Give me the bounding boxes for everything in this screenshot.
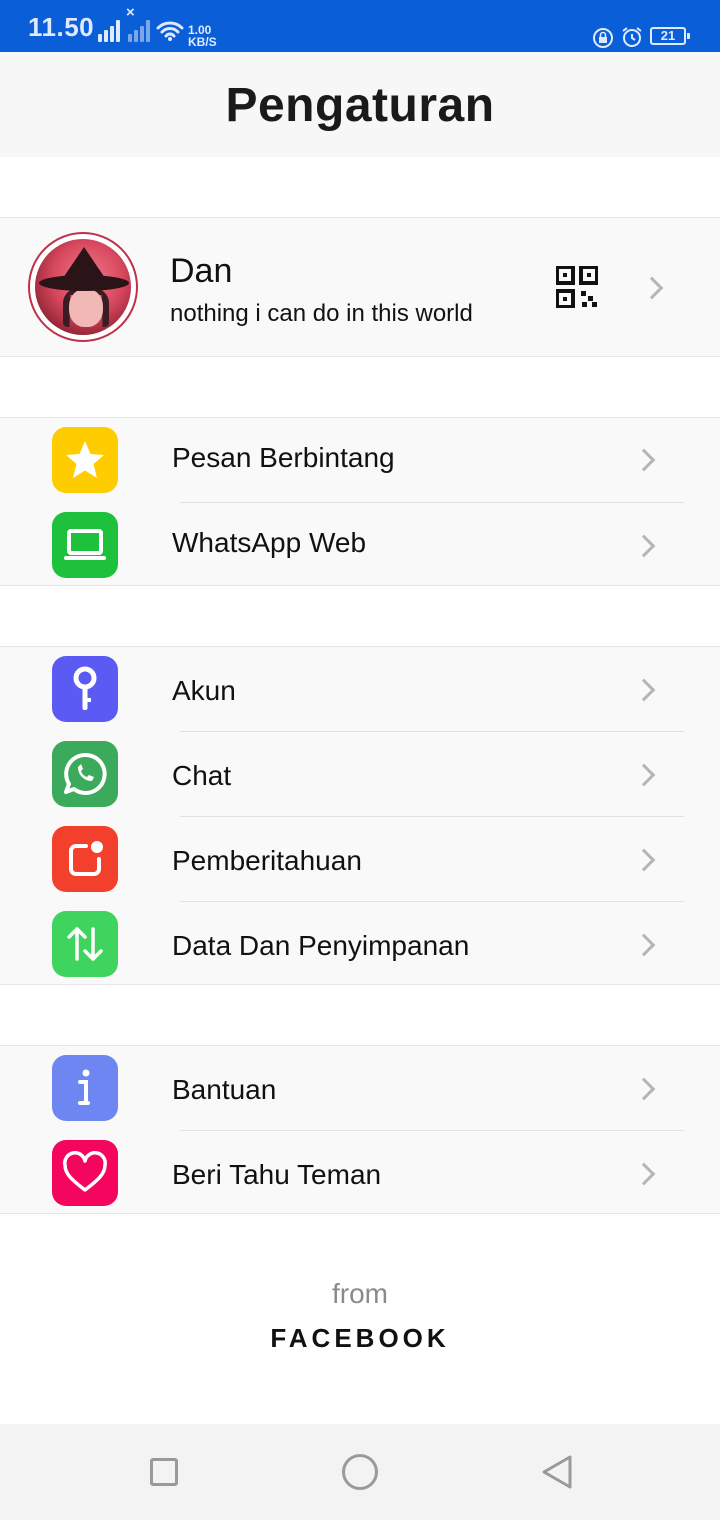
laptop-icon	[52, 512, 118, 578]
menu-item-starred[interactable]: Pesan Berbintang	[0, 418, 720, 503]
network-speed-unit: KB/S	[188, 35, 217, 49]
menu-item-label: Pemberitahuan	[172, 845, 362, 876]
chevron-right-icon	[632, 933, 656, 957]
menu-item-label: Akun	[172, 675, 236, 706]
menu-item-notifications[interactable]: Pemberitahuan	[0, 817, 720, 902]
chevron-right-icon	[632, 1162, 656, 1186]
key-icon	[52, 656, 118, 722]
qr-code-icon[interactable]	[556, 266, 598, 308]
alarm-icon	[622, 27, 642, 47]
notification-icon	[52, 826, 118, 892]
chevron-right-icon	[632, 763, 656, 787]
info-icon	[52, 1055, 118, 1121]
menu-item-label: Pesan Berbintang	[172, 442, 395, 473]
footer-brand: FACEBOOK	[270, 1323, 450, 1353]
app-header: Pengaturan	[0, 52, 720, 157]
menu-item-data-storage[interactable]: Data Dan Penyimpanan	[0, 902, 720, 987]
avatar[interactable]	[28, 232, 138, 342]
menu-item-label: Data Dan Penyimpanan	[172, 930, 470, 961]
chevron-right-icon	[632, 448, 656, 472]
home-icon[interactable]	[342, 1454, 378, 1490]
status-time: 11.50	[28, 12, 95, 42]
profile-status: nothing i can do in this world	[170, 300, 473, 327]
footer-from: from	[332, 1278, 388, 1309]
lock-rotation-icon	[593, 28, 613, 48]
menu-item-account[interactable]: Akun	[0, 647, 720, 732]
chevron-right-icon	[632, 678, 656, 702]
menu-item-label: Chat	[172, 760, 232, 791]
heart-icon	[52, 1140, 118, 1206]
recent-apps-icon[interactable]	[150, 1458, 178, 1486]
menu-item-label: WhatsApp Web	[172, 527, 367, 558]
wifi-icon	[156, 21, 184, 41]
status-bar: 11.50 × 1.00 KB/S 21	[0, 0, 720, 52]
profile-card[interactable]: Dan nothing i can do in this world	[0, 217, 720, 357]
star-icon	[52, 427, 118, 493]
profile-name: Dan	[170, 252, 233, 290]
chevron-right-icon	[640, 276, 664, 300]
menu-item-chat[interactable]: Chat	[0, 732, 720, 817]
chevron-right-icon	[632, 1077, 656, 1101]
whatsapp-icon	[52, 741, 118, 807]
menu-item-whatsapp-web[interactable]: WhatsApp Web	[0, 503, 720, 588]
menu-item-label: Bantuan	[172, 1074, 277, 1105]
menu-item-tell-friend[interactable]: Beri Tahu Teman	[0, 1131, 720, 1216]
no-service-mark: ×	[126, 4, 135, 21]
chevron-right-icon	[632, 848, 656, 872]
battery-icon: 21	[650, 27, 690, 45]
menu-item-label: Beri Tahu Teman	[172, 1159, 382, 1190]
menu-group-3: Bantuan Beri Tahu Teman	[0, 1045, 720, 1214]
network-speed: 1.00 KB/S	[188, 24, 217, 48]
page-title: Pengaturan	[225, 79, 495, 132]
avatar-image	[35, 239, 131, 335]
chevron-right-icon	[632, 534, 656, 558]
navigation-bar	[0, 1424, 720, 1520]
menu-group-1: Pesan Berbintang WhatsApp Web	[0, 417, 720, 586]
menu-group-2: Akun Chat Pemberitahuan Data Dan Penyimp…	[0, 646, 720, 985]
menu-item-help[interactable]: Bantuan	[0, 1046, 720, 1131]
data-transfer-icon	[52, 911, 118, 977]
back-icon[interactable]	[540, 1454, 574, 1490]
